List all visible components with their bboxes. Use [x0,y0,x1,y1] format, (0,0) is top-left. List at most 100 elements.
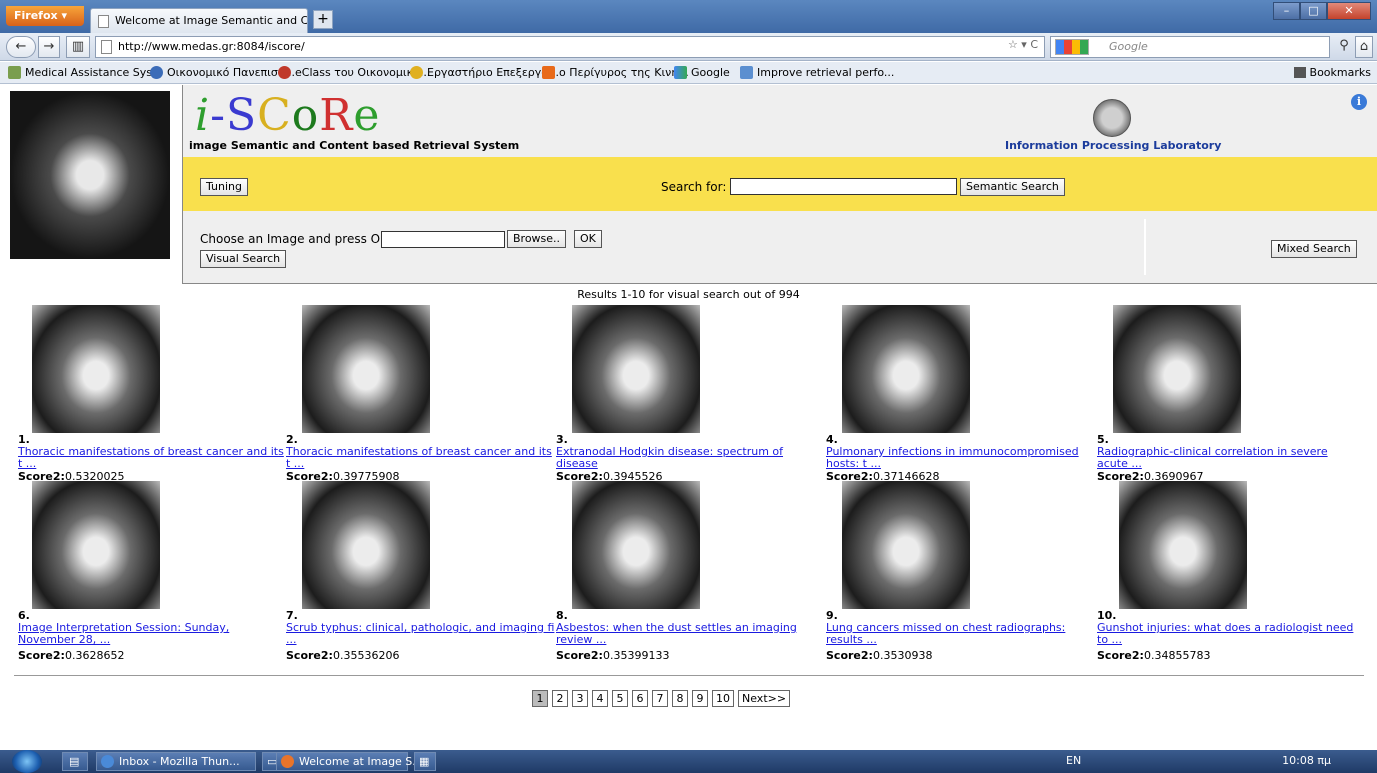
result-thumbnail[interactable] [572,305,700,433]
close-icon[interactable]: ✕ [1327,2,1371,20]
bookmark-item[interactable]: Medical Assistance Sys... [8,66,162,79]
page-link[interactable]: 8 [672,690,688,707]
page-link[interactable]: 9 [692,690,708,707]
clock[interactable]: 10:08 πμ [1282,754,1331,767]
iscore-header: i-SCoRe image Semantic and Content based… [182,85,1377,284]
bookmark-item[interactable]: Google [674,66,730,79]
taskbar-item[interactable]: Welcome at Image S... [276,752,423,771]
score-label: Score2: [286,649,333,662]
page-link[interactable]: 10 [712,690,734,707]
result-title-link[interactable]: Thoracic manifestations of breast cancer… [286,446,556,470]
browser-tab[interactable]: Welcome at Image Semantic and COnte... [90,8,308,33]
result-title-link[interactable]: Thoracic manifestations of breast cancer… [18,446,288,470]
result-thumbnail[interactable] [32,481,160,609]
result-thumbnail[interactable] [1113,305,1241,433]
result-thumbnail[interactable] [32,305,160,433]
browse-button[interactable]: Browse.. [507,230,567,248]
result-title-link[interactable]: Extranodal Hodgkin disease: spectrum of … [556,446,796,470]
result-score: Score2:0.35399133 [556,649,669,662]
taskbar-item-label: Welcome at Image S... [299,755,423,768]
semantic-search-band: Tuning Search for: Semantic Search [183,157,1377,211]
result-title-link[interactable]: Radiographic-clinical correlation in sev… [1097,446,1347,470]
result-title-link[interactable]: Pulmonary infections in immunocompromise… [826,446,1081,470]
score-label: Score2: [826,649,873,662]
windows-taskbar: ▤ Inbox - Mozilla Thun... ▭ Welcome at I… [0,750,1377,773]
result-title-link[interactable]: Asbestos: when the dust settles an imagi… [556,622,811,646]
url-text: http://www.medas.gr:8084/iscore/ [118,40,305,53]
reload-icon[interactable]: ☆ ▾ C [1008,38,1038,51]
explorer-icon[interactable]: ▤ [62,752,88,771]
result-thumbnail[interactable] [1119,481,1247,609]
browser-title-bar: Firefox ▾ Welcome at Image Semantic and … [0,0,1377,33]
bookmark-item[interactable]: ο Περίγυρος της Κινη... [542,66,689,79]
minimize-icon[interactable]: – [1273,2,1300,20]
pagination: 1 2 3 4 5 6 7 8 9 10 Next>> [532,690,791,707]
result-score: Score2:0.3530938 [826,649,932,662]
lab-seal-icon [1093,99,1131,137]
visual-search-button[interactable]: Visual Search [200,250,287,268]
result-thumbnail[interactable] [842,481,970,609]
logo-letter: C [257,90,292,141]
page-link[interactable]: 7 [652,690,668,707]
feed-icon[interactable]: ▥ [66,36,90,58]
image-file-input[interactable] [381,231,505,248]
mixed-search-button[interactable]: Mixed Search [1271,240,1357,258]
tuning-button[interactable]: Tuning [200,178,249,196]
window-controls: – □ ✕ [1273,2,1371,20]
result-title-link[interactable]: Lung cancers missed on chest radiographs… [826,622,1081,646]
page-link[interactable]: 3 [572,690,588,707]
forward-button[interactable]: → [38,36,60,58]
score-value: 0.35399133 [602,649,670,662]
taskbar-item[interactable]: Inbox - Mozilla Thun... [96,752,256,771]
semantic-search-button[interactable]: Semantic Search [960,178,1065,196]
bookmarks-menu[interactable]: Bookmarks [1293,66,1371,79]
result-thumbnail[interactable] [302,481,430,609]
search-icon[interactable]: ⚲ [1335,36,1353,58]
bookmarks-toolbar: Medical Assistance Sys... Οικονομικό Παν… [0,62,1377,84]
result-score: Score2:0.3628652 [18,649,124,662]
semantic-search-input[interactable] [730,178,957,195]
score-value: 0.34855783 [1143,649,1211,662]
taskbar-app-icon[interactable]: ▦ [414,752,436,771]
bookmark-label: Εργαστήριο Επεξεργα... [427,66,560,79]
search-placeholder: Google [1109,40,1148,53]
score-value: 0.3628652 [64,649,125,662]
page-link[interactable]: 6 [632,690,648,707]
bookmark-item[interactable]: Εργαστήριο Επεξεργα... [410,66,559,79]
page-link[interactable]: 5 [612,690,628,707]
search-for-label: Search for: [661,180,727,194]
ok-button[interactable]: OK [574,230,602,248]
result-title-link[interactable]: Gunshot injuries: what does a radiologis… [1097,622,1362,646]
logo-letter: o [291,90,320,141]
page-link[interactable]: 2 [552,690,568,707]
firefox-menu-label: Firefox [14,9,58,22]
result-thumbnail[interactable] [842,305,970,433]
maximize-icon[interactable]: □ [1300,2,1327,20]
tab-title: Welcome at Image Semantic and COnte... [115,14,308,27]
result-title-link[interactable]: Image Interpretation Session: Sunday, No… [18,622,258,646]
page-link[interactable]: 4 [592,690,608,707]
new-tab-button[interactable]: + [313,10,333,29]
firefox-icon [281,755,294,768]
bookmark-item[interactable]: eClass του Οικονομικο... [278,66,430,79]
bookmark-label: Improve retrieval perfo... [757,66,895,79]
google-icon[interactable] [1055,39,1089,55]
language-indicator[interactable]: EN [1066,754,1081,767]
score-label: Score2: [1097,649,1144,662]
back-button[interactable]: ← [6,36,36,58]
page-link[interactable]: 1 [532,690,548,707]
info-icon[interactable]: i [1351,94,1367,110]
url-bar[interactable]: http://www.medas.gr:8084/iscore/ ☆ ▾ C [95,36,1045,58]
result-score: Score2:0.34855783 [1097,649,1210,662]
bookmark-item[interactable]: Οικονομικό Πανεπιστ... [150,66,295,79]
result-title-link[interactable]: Scrub typhus: clinical, pathologic, and … [286,622,556,646]
firefox-menu-button[interactable]: Firefox ▾ [6,6,84,26]
logo-letter: R [319,90,354,141]
home-icon[interactable]: ⌂ [1355,36,1373,58]
result-thumbnail[interactable] [302,305,430,433]
start-button[interactable] [12,750,42,773]
search-field[interactable]: Google [1050,36,1330,58]
next-page-link[interactable]: Next>> [738,690,791,707]
bookmark-item[interactable]: Improve retrieval perfo... [740,66,894,79]
result-thumbnail[interactable] [572,481,700,609]
